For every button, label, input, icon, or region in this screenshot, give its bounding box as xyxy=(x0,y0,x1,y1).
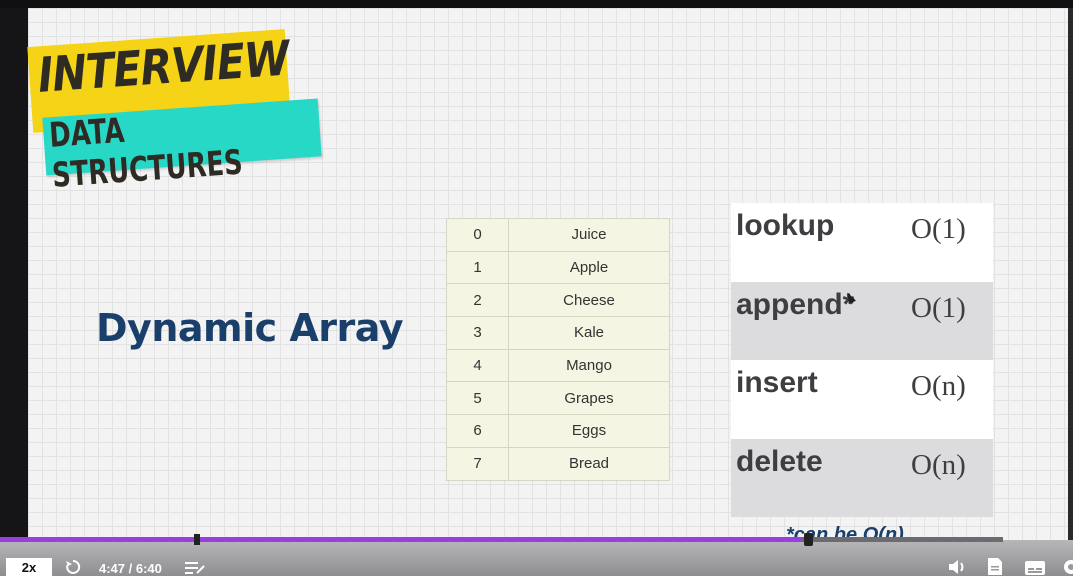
right-edge xyxy=(1068,8,1073,540)
array-value: Apple xyxy=(569,259,609,277)
array-value: Bread xyxy=(568,455,610,473)
settings-icon[interactable] xyxy=(1059,558,1073,576)
playback-speed-button[interactable]: 2x xyxy=(6,558,52,576)
array-row: 0 Juice xyxy=(447,219,669,252)
array-value: Mango xyxy=(566,357,612,375)
big-o-label: O(n) xyxy=(911,448,966,481)
array-index: 4 xyxy=(447,349,509,382)
big-o-label: O(n) xyxy=(911,370,966,402)
operation-label: lookup xyxy=(736,209,835,242)
time-display: 4:47 / 6:40 xyxy=(99,561,162,576)
complexity-row-lookup: lookup O(1) xyxy=(731,203,993,282)
array-row: 5 Grapes xyxy=(447,382,669,416)
array-index: 2 xyxy=(447,284,509,317)
operation-label: delete xyxy=(736,444,823,478)
logo-line-data-structures: DATA STRUCTURES xyxy=(48,110,244,196)
array-index: 3 xyxy=(447,317,509,349)
array-value: Juice xyxy=(571,226,607,244)
array-value: Grapes xyxy=(564,389,614,407)
array-index: 1 xyxy=(447,251,509,284)
array-value: Eggs xyxy=(571,422,607,440)
operation-label: append* xyxy=(736,287,855,321)
array-index: 7 xyxy=(447,447,509,480)
complexity-row-delete: delete O(n) xyxy=(731,438,993,517)
replay-icon[interactable] xyxy=(64,558,82,576)
complexity-row-insert: insert O(n) xyxy=(731,360,993,439)
array-value: Cheese xyxy=(563,291,615,309)
array-row: 4 Mango xyxy=(447,349,669,383)
array-row: 7 Bread xyxy=(447,447,669,480)
array-index: 6 xyxy=(447,415,509,447)
slide-title: Dynamic Array xyxy=(96,306,404,350)
playlist-icon[interactable] xyxy=(184,560,206,576)
video-frame: INTERVIEW DATA STRUCTURES Dynamic Array … xyxy=(0,0,1073,576)
big-o-label: O(1) xyxy=(911,213,966,245)
array-row: 6 Eggs xyxy=(447,415,669,448)
top-bar xyxy=(0,0,1073,8)
progress-handle[interactable] xyxy=(804,533,813,546)
array-table: 0 Juice 1 Apple 2 Cheese 3 Kale 4 Mango … xyxy=(446,218,670,481)
array-index: 0 xyxy=(447,219,509,251)
array-value: Kale xyxy=(573,324,605,342)
operation-label: insert xyxy=(736,366,818,399)
big-o-label: O(1) xyxy=(911,291,966,324)
array-index: 5 xyxy=(447,382,509,415)
captions-icon[interactable] xyxy=(1024,560,1046,576)
array-row: 2 Cheese xyxy=(447,284,669,318)
complexity-table: lookup O(1) append* O(1) insert O(n) del… xyxy=(731,203,993,517)
complexity-row-append: append* O(1) xyxy=(731,281,993,360)
transcript-icon[interactable] xyxy=(987,557,1003,576)
left-bar xyxy=(0,8,28,540)
array-row: 3 Kale xyxy=(447,317,669,350)
progress-chapter-marker xyxy=(194,534,200,545)
volume-icon[interactable] xyxy=(947,558,969,576)
progress-fill xyxy=(0,537,802,542)
array-row: 1 Apple xyxy=(447,251,669,285)
